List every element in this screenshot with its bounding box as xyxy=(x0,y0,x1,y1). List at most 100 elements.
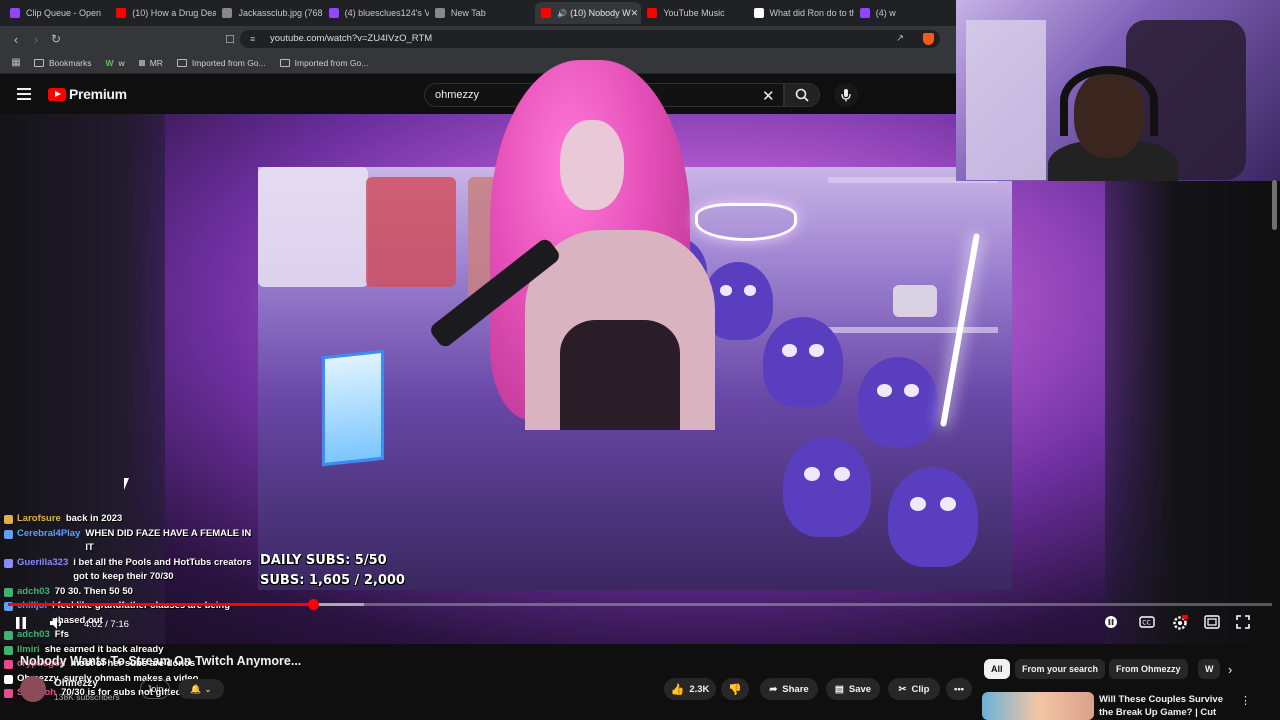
subscribed-dropdown[interactable]: 🔔 ⌄ xyxy=(178,679,224,699)
page-scrollbar[interactable] xyxy=(1272,180,1277,230)
chat-badge-icon xyxy=(4,660,13,669)
share-button[interactable]: ➦ Share xyxy=(760,678,818,700)
chat-badge-icon xyxy=(4,587,13,597)
chat-badge-icon xyxy=(4,674,13,684)
forward-icon[interactable]: › xyxy=(26,32,46,47)
like-button[interactable]: 👍 2.3K xyxy=(664,678,716,700)
chip-from-search[interactable]: From your search xyxy=(1015,659,1106,679)
bookmark-item[interactable]: Imported from Go... xyxy=(176,58,266,68)
tab-favicon-icon xyxy=(222,8,233,18)
browser-tab-bar: Clip Queue - Open (10) How a Drug Deal Jac… xyxy=(0,0,960,26)
bookmark-item[interactable]: Ww xyxy=(106,58,125,68)
autoplay-toggle-icon[interactable] xyxy=(1104,615,1118,633)
hamburger-menu-icon[interactable] xyxy=(17,88,31,100)
chat-text: i bet all the Pools and HotTubs creators… xyxy=(73,556,252,583)
bookmark-item[interactable]: Bookmarks xyxy=(34,58,92,68)
folder-icon xyxy=(34,58,44,67)
streamer-face xyxy=(560,120,624,210)
tab-favicon-icon xyxy=(116,8,127,18)
progress-bar[interactable] xyxy=(8,599,1272,610)
fullscreen-icon[interactable] xyxy=(1236,615,1250,633)
clear-search-icon[interactable]: ✕ xyxy=(762,87,775,105)
browser-tab[interactable]: Jackassclub.jpg (768× xyxy=(216,2,323,24)
brave-shield-icon[interactable] xyxy=(923,33,934,45)
browser-tab[interactable]: YouTube Music xyxy=(641,2,747,24)
share-icon: ➦ xyxy=(769,683,778,695)
browser-tab[interactable]: Clip Queue - Open xyxy=(4,2,110,24)
chat-username: Guerilla323 xyxy=(17,556,69,568)
tab-favicon-icon xyxy=(10,8,20,18)
tab-favicon-icon xyxy=(647,8,658,18)
reload-icon[interactable]: ↻ xyxy=(46,32,66,46)
plush-toy xyxy=(858,357,938,447)
browser-tab[interactable]: New Tab xyxy=(429,2,535,24)
url-field[interactable]: ≡ youtube.com/watch?v=ZU4IVzO_RTM ↗ xyxy=(240,30,940,48)
audio-playing-icon[interactable]: 🔊 xyxy=(557,9,567,18)
captions-icon[interactable]: CC xyxy=(1139,615,1155,633)
save-button[interactable]: ▤ Save xyxy=(826,678,880,700)
channel-avatar[interactable] xyxy=(20,676,46,702)
tab-label: (10) How a Drug Deal xyxy=(132,8,217,18)
tab-label: New Tab xyxy=(450,8,486,18)
search-button[interactable] xyxy=(784,83,820,107)
chip-all[interactable]: All xyxy=(984,659,1010,679)
chat-message: adch03 Ffs xyxy=(0,628,262,643)
glowing-monitor xyxy=(322,349,384,467)
address-bar: ‹ › ↻ ☐ ≡ youtube.com/watch?v=ZU4IVzO_RT… xyxy=(0,26,960,52)
apps-grid-icon[interactable]: ▦ xyxy=(8,57,24,68)
shelf xyxy=(828,327,998,333)
dislike-button[interactable]: 👎 xyxy=(721,678,749,700)
youtube-logo[interactable]: Premium xyxy=(48,86,127,102)
recommended-title[interactable]: Will These Couples Survive the Break Up … xyxy=(1099,693,1239,719)
subs-goal-overlay: SUBS: 1,605 / 2,000 xyxy=(260,573,405,588)
recommended-thumbnail[interactable] xyxy=(982,692,1094,720)
pause-icon[interactable] xyxy=(14,615,28,633)
like-count: 2.3K xyxy=(689,683,710,695)
browser-tab[interactable]: 🔊 (10) Nobody W ✕ xyxy=(535,2,642,24)
scrubber-handle[interactable] xyxy=(307,599,319,610)
share-page-icon[interactable]: ↗ xyxy=(896,30,904,48)
settings-gear-icon[interactable] xyxy=(1172,615,1188,633)
tab-label: What did Ron do to th xyxy=(769,8,854,18)
bookmark-item[interactable]: MR xyxy=(138,58,163,68)
chat-text: WHEN DID FAZE HAVE A FEMALE IN IT xyxy=(85,527,252,554)
miniplayer-icon[interactable] xyxy=(1204,615,1220,633)
browser-tab[interactable]: (10) How a Drug Deal xyxy=(110,2,216,24)
chip-more[interactable]: W xyxy=(1198,659,1220,679)
voice-search-button[interactable] xyxy=(834,83,858,107)
site-info-icon[interactable]: ≡ xyxy=(250,30,255,48)
back-icon[interactable]: ‹ xyxy=(6,32,26,47)
join-button[interactable]: Join xyxy=(140,679,170,699)
bookmark-item[interactable]: Imported from Go... xyxy=(279,57,369,68)
play-button-award xyxy=(893,285,937,317)
close-tab-icon[interactable]: ✕ xyxy=(631,8,639,19)
bookmark-label: w xyxy=(118,57,125,68)
microphone-icon xyxy=(841,89,851,102)
chevron-right-icon[interactable]: › xyxy=(1228,662,1232,677)
browser-tab[interactable]: What did Ron do to th xyxy=(748,2,854,24)
plush-toy xyxy=(888,467,978,567)
chat-username: Cerebral4Play xyxy=(17,527,81,539)
bookmark-icon[interactable]: ☐ xyxy=(220,33,240,46)
time-display: 4:02 / 7:16 xyxy=(84,619,129,630)
logo-text: Premium xyxy=(69,86,127,102)
bookmark-label: Imported from Go... xyxy=(294,57,369,68)
chip-from-channel[interactable]: From Ohmezzy xyxy=(1109,659,1188,679)
recommended-menu-icon[interactable]: ⋮ xyxy=(1240,694,1251,707)
webcam-overlay xyxy=(956,0,1280,181)
channel-name[interactable]: Ohmezzy xyxy=(54,678,98,689)
thumbs-up-icon: 👍 xyxy=(670,683,685,696)
clip-button[interactable]: ✂ Clip xyxy=(888,678,940,700)
browser-tab[interactable]: (4) w xyxy=(854,2,960,24)
url-text: youtube.com/watch?v=ZU4IVzO_RTM xyxy=(270,33,433,44)
chat-text: back in 2023 xyxy=(65,513,123,524)
webcam-background-door xyxy=(966,20,1046,180)
tab-favicon-icon xyxy=(753,8,764,18)
volume-icon[interactable] xyxy=(48,615,66,633)
tab-label: Clip Queue - Open xyxy=(26,8,102,18)
mr-icon xyxy=(138,59,145,66)
save-icon: ▤ xyxy=(834,683,844,695)
headset-icon xyxy=(1060,66,1158,136)
more-actions-button[interactable]: ••• xyxy=(946,678,972,700)
browser-tab[interactable]: (4) bluesclues124's Vid xyxy=(323,2,429,24)
